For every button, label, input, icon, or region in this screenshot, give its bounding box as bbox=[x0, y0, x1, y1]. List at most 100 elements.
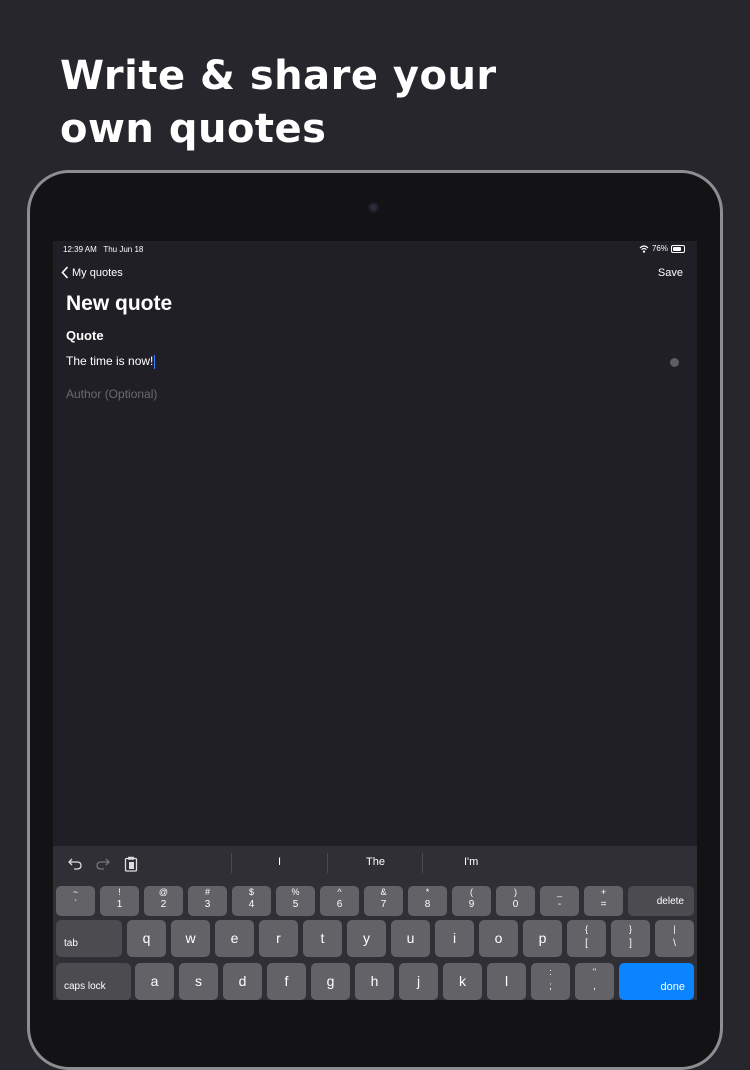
done-key[interactable]: done bbox=[619, 963, 694, 1000]
back-label: My quotes bbox=[72, 266, 123, 279]
key-k[interactable]: k bbox=[443, 963, 482, 1000]
key-base-symbol: [ bbox=[585, 938, 588, 949]
key-shift-symbol: # bbox=[204, 887, 210, 897]
ipad-screen: 12:39 AM Thu Jun 18 76% My quotes Save N… bbox=[53, 241, 697, 1000]
key-shift-symbol: ~ bbox=[72, 887, 79, 897]
key-shift-symbol: | bbox=[673, 924, 676, 934]
key-base-symbol: ` bbox=[73, 899, 78, 910]
key-h[interactable]: h bbox=[355, 963, 394, 1000]
key-base-symbol: ] bbox=[629, 938, 632, 949]
key-base-symbol: 8 bbox=[424, 899, 431, 910]
key-base-symbol: 7 bbox=[380, 899, 387, 910]
key-q[interactable]: q bbox=[127, 920, 166, 957]
key-punct-0[interactable]: :; bbox=[531, 963, 570, 1000]
key-symbol-0[interactable]: {[ bbox=[567, 920, 606, 957]
battery-icon bbox=[671, 244, 685, 253]
quote-value: The time is now! bbox=[66, 354, 154, 368]
key-base-symbol: 3 bbox=[204, 899, 211, 910]
status-time: 12:39 AM bbox=[63, 245, 97, 254]
key-number-11[interactable]: _ - bbox=[540, 886, 579, 916]
key-number-3[interactable]: #3 bbox=[188, 886, 227, 916]
key-shift-symbol: % bbox=[291, 887, 300, 897]
key-base-symbol: 0 bbox=[512, 899, 519, 910]
key-number-7[interactable]: & 7 bbox=[364, 886, 403, 916]
key-number-9[interactable]: (9 bbox=[452, 886, 491, 916]
key-base-symbol: 2 bbox=[160, 899, 167, 910]
save-button[interactable]: Save bbox=[658, 267, 683, 279]
headline-line-2: own quotes bbox=[60, 106, 327, 152]
key-base-symbol: 6 bbox=[336, 899, 343, 910]
quote-input[interactable]: The time is now! bbox=[66, 354, 684, 372]
key-number-12[interactable]: + = bbox=[584, 886, 623, 916]
key-shift-symbol: ( bbox=[470, 887, 473, 897]
redo-icon[interactable] bbox=[96, 856, 110, 870]
key-r[interactable]: r bbox=[259, 920, 298, 957]
suggestion-2[interactable]: The bbox=[366, 856, 385, 868]
key-shift-symbol: ^ bbox=[337, 887, 342, 897]
key-shift-symbol: : bbox=[549, 967, 552, 977]
suggestion-divider bbox=[231, 853, 232, 873]
key-p[interactable]: p bbox=[523, 920, 562, 957]
camera-icon bbox=[368, 202, 379, 213]
key-shift-symbol: + bbox=[600, 887, 607, 897]
key-number-0[interactable]: ~ ` bbox=[56, 886, 95, 916]
status-bar-left: 12:39 AM Thu Jun 18 bbox=[63, 245, 143, 254]
key-base-symbol: \ bbox=[673, 938, 676, 949]
key-number-1[interactable]: ! 1 bbox=[100, 886, 139, 916]
chevron-left-icon bbox=[61, 266, 69, 279]
key-a[interactable]: a bbox=[135, 963, 174, 1000]
key-shift-symbol: ) bbox=[514, 887, 517, 897]
key-y[interactable]: y bbox=[347, 920, 386, 957]
key-punct-1[interactable]: ", bbox=[575, 963, 614, 1000]
key-l[interactable]: l bbox=[487, 963, 526, 1000]
back-button[interactable]: My quotes bbox=[61, 266, 123, 279]
author-input[interactable]: Author (Optional) bbox=[66, 387, 157, 401]
battery-text: 76% bbox=[651, 244, 668, 253]
key-shift-symbol: _ bbox=[556, 887, 562, 897]
delete-key[interactable]: delete bbox=[628, 886, 694, 916]
key-symbol-2[interactable]: | \ bbox=[655, 920, 694, 957]
key-base-symbol: 1 bbox=[116, 899, 123, 910]
wifi-icon bbox=[639, 244, 649, 253]
key-o[interactable]: o bbox=[479, 920, 518, 957]
key-base-symbol: - bbox=[557, 899, 562, 910]
key-number-4[interactable]: $4 bbox=[232, 886, 271, 916]
headline-line-1: Write & share your bbox=[60, 53, 497, 99]
key-base-symbol: 4 bbox=[248, 899, 255, 910]
key-f[interactable]: f bbox=[267, 963, 306, 1000]
suggestion-divider bbox=[327, 853, 328, 873]
paste-icon[interactable] bbox=[124, 856, 138, 872]
key-shift-symbol: & bbox=[380, 887, 387, 897]
clear-icon[interactable] bbox=[670, 358, 679, 367]
key-base-symbol: 9 bbox=[468, 899, 475, 910]
key-symbol-1[interactable]: }] bbox=[611, 920, 650, 957]
key-number-6[interactable]: ^ 6 bbox=[320, 886, 359, 916]
key-shift-symbol: * bbox=[425, 887, 430, 897]
battery-fill bbox=[673, 246, 681, 251]
caps-lock-key[interactable]: caps lock bbox=[56, 963, 131, 1000]
suggestion-1[interactable]: I bbox=[278, 856, 281, 868]
suggestion-divider bbox=[422, 853, 423, 873]
key-number-2[interactable]: @2 bbox=[144, 886, 183, 916]
key-t[interactable]: t bbox=[303, 920, 342, 957]
key-j[interactable]: j bbox=[399, 963, 438, 1000]
key-shift-symbol: { bbox=[584, 924, 588, 934]
tab-key[interactable]: tab bbox=[56, 920, 122, 957]
key-number-8[interactable]: * 8 bbox=[408, 886, 447, 916]
key-base-symbol: , bbox=[593, 981, 596, 992]
suggestion-3[interactable]: I'm bbox=[464, 856, 478, 868]
undo-icon[interactable] bbox=[68, 856, 82, 870]
key-i[interactable]: i bbox=[435, 920, 474, 957]
key-shift-symbol: " bbox=[592, 967, 597, 977]
key-d[interactable]: d bbox=[223, 963, 262, 1000]
key-u[interactable]: u bbox=[391, 920, 430, 957]
key-number-10[interactable]: ) 0 bbox=[496, 886, 535, 916]
key-number-5[interactable]: % 5 bbox=[276, 886, 315, 916]
page-title: New quote bbox=[66, 292, 173, 315]
quote-section-label: Quote bbox=[66, 328, 104, 343]
key-e[interactable]: e bbox=[215, 920, 254, 957]
key-w[interactable]: w bbox=[171, 920, 210, 957]
key-g[interactable]: g bbox=[311, 963, 350, 1000]
key-s[interactable]: s bbox=[179, 963, 218, 1000]
key-base-symbol: = bbox=[600, 899, 607, 910]
